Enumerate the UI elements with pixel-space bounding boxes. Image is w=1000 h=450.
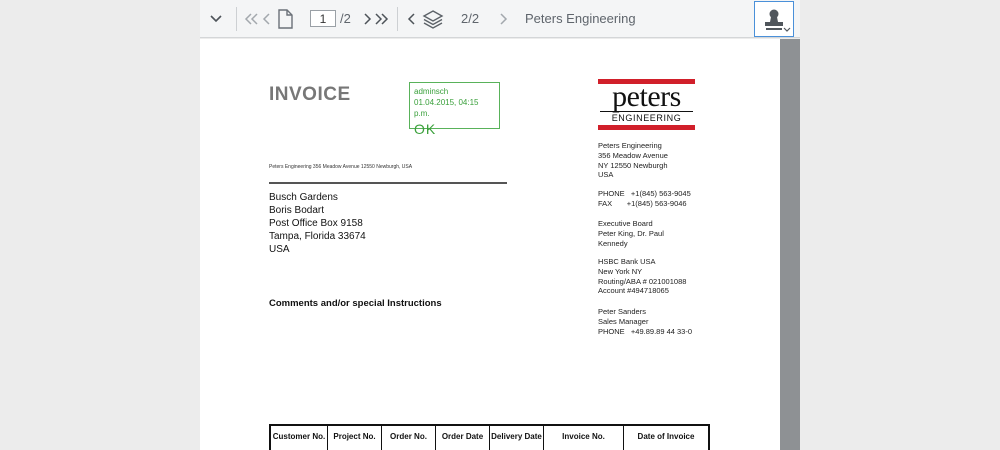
invoice-title: INVOICE	[269, 84, 351, 105]
next-attachment-icon[interactable]	[496, 0, 510, 38]
toolbar-separator	[397, 7, 398, 31]
recipient-address: Busch Gardens Boris Bodart Post Office B…	[269, 191, 366, 256]
info-line: Peter Sanders	[598, 307, 646, 316]
executive-board: Executive Board Peter King, Dr. Paul Ken…	[598, 219, 664, 248]
info-line: USA	[598, 170, 614, 180]
company-contact: PHONE +1(845) 563-9045 FAX +1(845) 563-9…	[598, 189, 691, 209]
document-viewport[interactable]: INVOICE adminsch 01.04.2015, 04:15 p.m. …	[200, 39, 800, 450]
logo-subtitle: ENGINEERING	[600, 111, 693, 124]
recipient-line: Boris Bodart	[269, 205, 325, 216]
stamp-status: OK	[414, 121, 437, 137]
table-header-cell: Order No.	[382, 426, 436, 450]
table-header-cell: Invoice No.	[544, 426, 624, 450]
attachment-counter: 2/2	[461, 11, 480, 26]
info-line: Executive Board	[598, 219, 653, 228]
stamp-icon	[765, 9, 783, 30]
table-header-cell: Order Date	[436, 426, 490, 450]
info-line: FAX +1(845) 563-9046	[598, 198, 687, 208]
comments-heading: Comments and/or special Instructions	[269, 298, 442, 309]
stamp-button[interactable]	[754, 1, 794, 37]
info-line: Sales Manager	[598, 316, 649, 326]
logo-word: peters	[612, 80, 681, 113]
collapse-chevron-icon[interactable]	[204, 0, 228, 38]
info-line: PHONE +49.89.89 44 33-0	[598, 326, 693, 336]
info-line: Peter King, Dr. Paul	[598, 228, 664, 238]
info-line: Account #494718065	[598, 286, 669, 296]
document-name: Peters Engineering	[525, 11, 636, 26]
stamp-datetime: 01.04.2015, 04:15 p.m.	[414, 98, 479, 118]
company-logo: peters ENGINEERING	[598, 79, 695, 130]
page-total: /2	[340, 11, 351, 26]
bank-details: HSBC Bank USA New York NY Routing/ABA # …	[598, 257, 686, 296]
page-number-input[interactable]	[310, 10, 336, 27]
approval-stamp[interactable]: adminsch 01.04.2015, 04:15 p.m. OK	[409, 82, 500, 137]
logo-bar	[598, 125, 695, 130]
chevron-down-icon	[783, 27, 791, 32]
page-icon	[274, 0, 296, 38]
info-line: Kennedy	[598, 238, 628, 248]
previous-page-icon[interactable]	[260, 0, 274, 38]
recipient-line: Busch Gardens	[269, 192, 338, 203]
invoice-page: INVOICE adminsch 01.04.2015, 04:15 p.m. …	[200, 39, 780, 450]
info-line: NY 12550 Newburgh	[598, 160, 668, 170]
invoice-table-header: Customer No. Project No. Order No. Order…	[269, 424, 710, 450]
sales-manager: Peter Sanders Sales Manager PHONE +49.89…	[598, 307, 692, 336]
sender-line: Peters Engineering 356 Meadow Avenue 125…	[269, 164, 413, 170]
table-header-cell: Delivery Date	[490, 426, 544, 450]
recipient-line: Post Office Box 9158	[269, 218, 363, 229]
previous-attachment-icon[interactable]	[404, 0, 420, 38]
layers-icon[interactable]	[420, 0, 446, 38]
info-line: New York NY	[598, 266, 643, 276]
last-page-icon[interactable]	[373, 0, 391, 38]
info-line: HSBC Bank USA	[598, 257, 656, 266]
table-header-cell: Customer No.	[271, 426, 328, 450]
vertical-scrollbar[interactable]	[780, 39, 800, 450]
toolbar-separator	[236, 7, 237, 31]
stamp-user: adminsch	[414, 87, 449, 96]
recipient-line: USA	[269, 244, 290, 255]
next-page-icon[interactable]	[360, 0, 374, 38]
table-header-cell: Date of Invoice	[637, 432, 695, 441]
info-line: Peters Engineering	[598, 141, 662, 150]
address-divider	[269, 182, 507, 184]
first-page-icon[interactable]	[242, 0, 260, 38]
info-line: Routing/ABA # 021001088	[598, 276, 687, 286]
recipient-line: Tampa, Florida 33674	[269, 231, 366, 242]
info-line: PHONE +1(845) 563-9045	[598, 189, 691, 198]
company-address: Peters Engineering 356 Meadow Avenue NY …	[598, 141, 668, 180]
info-line: 356 Meadow Avenue	[598, 150, 668, 160]
table-header-cell: Project No.	[328, 426, 382, 450]
